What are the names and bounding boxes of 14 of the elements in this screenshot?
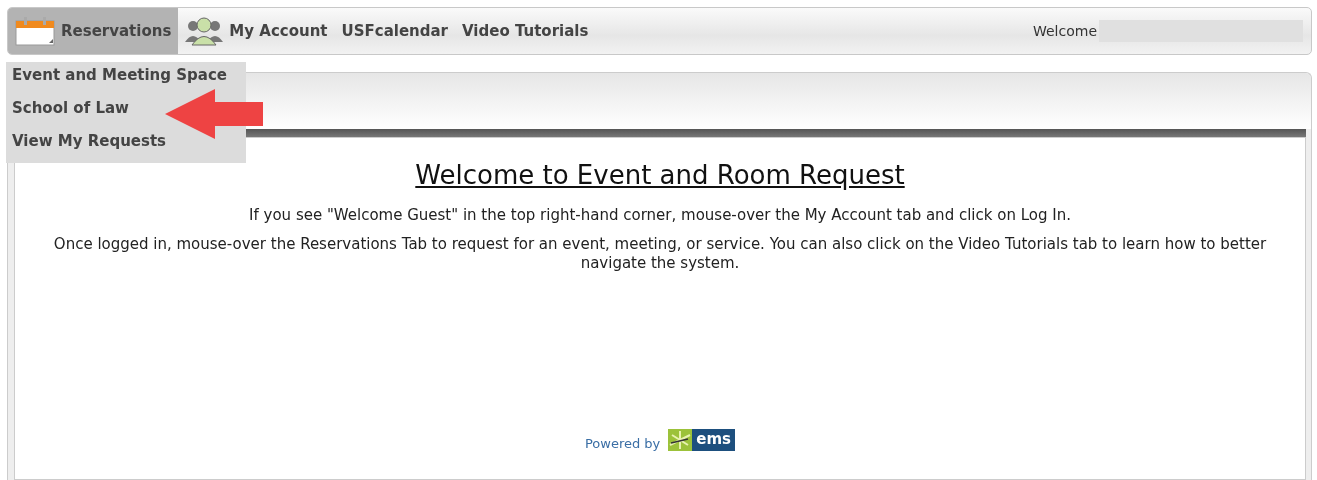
page-title: Welcome to Event and Room Request [415, 160, 905, 190]
menu-item[interactable]: Event and Meeting Space [6, 62, 246, 95]
nav-tab[interactable]: My Account [178, 8, 335, 54]
nav-tab[interactable]: Video Tutorials [455, 8, 596, 54]
welcome-text: Welcome [1032, 23, 1097, 39]
calendar-icon [15, 16, 55, 46]
people-icon [185, 16, 224, 46]
nav-tab[interactable]: Reservations [8, 8, 179, 54]
nav-tab[interactable]: USFcalendar [334, 8, 455, 54]
instruction-text: Once logged in, mouse-over the Reservations Tab to request for an event, meeting, or service. You can also click on the Video Tutorials tab to learn how to better navigate the system. [52, 235, 1268, 273]
powered-by-text: Powered by [584, 436, 661, 451]
ems-logo: ems [668, 428, 736, 451]
menu-item[interactable]: View My Requests [6, 128, 246, 161]
instruction-text: If you see "Welcome Guest" in the top right-hand corner, mouse-over the My Account tab and click on Log In. [249, 206, 1071, 225]
